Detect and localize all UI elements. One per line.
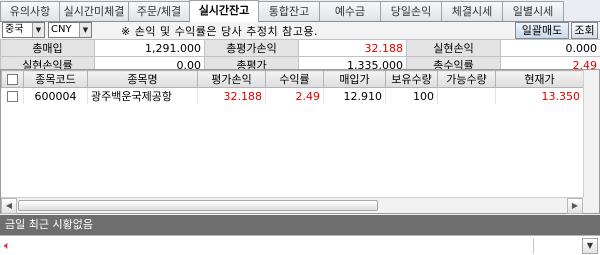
total-eval-pnl-label: 총평가손익 [204,39,299,57]
horizontal-scrollbar[interactable]: ◀ ▶ [1,197,583,214]
tab-realtime-unfilled[interactable]: 실시간미체결 [59,1,129,21]
tab-orders-fills[interactable]: 주문/체결 [128,1,190,21]
currency-select[interactable]: CNY ▼ [48,22,92,38]
total-buy-label: 총매입 [0,39,95,57]
tab-notice[interactable]: 유의사항 [0,1,60,21]
tab-fill-quotes[interactable]: 체결시세 [441,1,503,21]
country-select[interactable]: 중국 ▼ [2,22,45,38]
cell-return: 2.49 [265,87,324,104]
cell-code: 600004 [23,87,88,104]
speaker-icon[interactable]: 🔈︎ [4,239,11,253]
col-header-name[interactable]: 종목명 [87,70,198,88]
col-header-buy-price[interactable]: 매입가 [323,70,386,88]
holdings-grid: 종목코드 종목명 평가손익 수익률 매입가 보유수량 가능수량 현재가 6000… [0,69,600,214]
cell-buy-price: 12.910 [323,87,386,104]
tab-bar: 유의사항 실시간미체결 주문/체결 실시간잔고 통합잔고 예수금 당일손익 체결… [0,0,600,22]
select-all-header[interactable] [1,70,24,88]
realized-pnl-label: 실현손익 [406,39,501,57]
col-header-code[interactable]: 종목코드 [23,70,88,88]
tab-realtime-balance[interactable]: 실시간잔고 [189,0,259,22]
chevron-down-icon[interactable]: ▼ [582,238,598,254]
col-header-available-qty[interactable]: 가능수량 [437,70,496,88]
table-row[interactable]: 600004 광주백운국제공항 32.188 2.49 12.910 100 1… [1,87,584,104]
currency-value: CNY [51,24,72,35]
select-all-checkbox[interactable] [7,74,18,85]
scroll-right-icon[interactable]: ▶ [567,198,583,214]
country-value: 중국 [5,24,24,35]
inquiry-button[interactable]: 조회 [571,22,598,39]
message-divider [533,238,534,254]
balance-panel: 유의사항 실시간미체결 주문/체결 실시간잔고 통합잔고 예수금 당일손익 체결… [0,0,600,255]
row-checkbox[interactable] [6,91,18,102]
toolbar: 중국 ▼ CNY ▼ ※ 손익 및 수익률은 당사 추정치 참고용. 일괄매도 … [0,22,600,39]
cell-eval-pnl: 32.188 [197,87,266,104]
total-buy-value: 1,291.000 [94,39,205,57]
tab-deposit[interactable]: 예수금 [319,1,381,21]
tab-daily-pnl[interactable]: 당일손익 [380,1,442,21]
cell-available-qty [437,87,496,104]
market-news-bar: 금일 최근 시황없음 [0,215,600,235]
chevron-down-icon[interactable]: ▼ [32,23,44,37]
tab-daily-quotes[interactable]: 일별시세 [502,1,564,21]
vertical-scrollbar[interactable] [583,70,599,197]
total-eval-pnl-value: 32.188 [298,39,407,57]
col-header-eval-pnl[interactable]: 평가손익 [197,70,266,88]
estimate-notice: ※ 손익 및 수익률은 당사 추정치 참고용. [121,25,318,38]
scroll-corner [583,197,599,213]
bulk-sell-button[interactable]: 일괄매도 [515,22,569,39]
col-header-holding-qty[interactable]: 보유수량 [385,70,438,88]
scroll-left-icon[interactable]: ◀ [1,198,17,214]
cell-name: 광주백운국제공항 [87,87,198,104]
chevron-down-icon[interactable]: ▼ [79,23,91,37]
tab-integrated-balance[interactable]: 통합잔고 [258,1,320,21]
realized-pnl-value: 0.000 [500,39,600,57]
scroll-thumb[interactable] [18,200,378,211]
grid-header-row: 종목코드 종목명 평가손익 수익률 매입가 보유수량 가능수량 현재가 [1,70,584,88]
cell-current-price: 13.350 [495,87,584,104]
holdings-table: 종목코드 종목명 평가손익 수익률 매입가 보유수량 가능수량 현재가 6000… [1,70,584,104]
message-bar: 🔈︎ ▼ [0,235,600,255]
row-select-cell[interactable] [1,87,24,104]
cell-holding-qty: 100 [385,87,438,104]
col-header-return[interactable]: 수익률 [265,70,324,88]
col-header-current-price[interactable]: 현재가 [495,70,584,88]
